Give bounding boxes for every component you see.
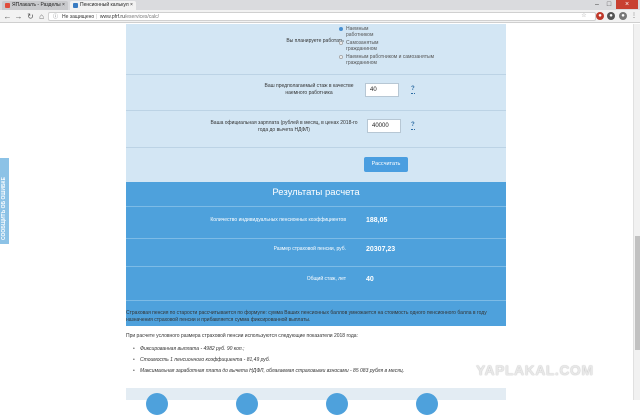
adblock-icon[interactable]: ● — [596, 12, 604, 20]
scrollbar-thumb[interactable] — [635, 236, 640, 350]
service-icon[interactable] — [236, 393, 258, 415]
favicon-icon — [5, 3, 10, 8]
security-label: Не защищено — [62, 14, 95, 20]
bullet-icon: • — [133, 357, 135, 363]
salary-label: Ваша официальная зарплата (рублей в меся… — [210, 120, 358, 133]
result-label-stazh: Общий стаж, лет — [306, 276, 346, 282]
info-paragraph: Страховая пенсия по старости рассчитывае… — [126, 310, 487, 323]
calculator-form — [126, 24, 506, 182]
radio-icon — [339, 55, 343, 59]
divider — [126, 147, 506, 148]
tab-yaplakal[interactable]: ЯПлакалъ - Разделы × — [2, 1, 68, 10]
report-error-label: СООБЩИТЬ ОБ ОШИБКЕ — [1, 177, 7, 240]
divider — [126, 266, 506, 267]
bullet-icon: • — [133, 368, 135, 374]
calculate-button[interactable]: Рассчитать — [364, 157, 408, 172]
bookmark-star-icon[interactable]: ☆ — [580, 12, 588, 20]
menu-icon[interactable]: ⋮ — [630, 12, 638, 20]
stazh-label: Ваш предполагаемый стаж в качестве наемн… — [264, 83, 354, 96]
radio-option-self-employed[interactable]: Самозанятым гражданином — [339, 40, 388, 52]
page-content: Вы планируете работать Наемным работнико… — [0, 24, 640, 415]
address-bar[interactable]: ⓘ Не защищено | www.pfrf.ru/eservices/calc… — [48, 12, 596, 21]
maximize-icon[interactable]: □ — [603, 0, 615, 9]
info-paragraph: При расчете условного размера страховой … — [126, 333, 358, 339]
list-item: • Максимальная заработная плата до вычета… — [133, 368, 405, 375]
tab-strip: ЯПлакалъ - Разделы × Пенсионный калькул … — [0, 0, 640, 10]
salary-input[interactable]: 40000 — [367, 119, 401, 133]
list-item-text: Фиксированная выплата - 4982 руб. 90 коп… — [140, 346, 245, 352]
list-item: • Фиксированная выплата - 4982 руб. 90 ко… — [133, 346, 245, 353]
divider — [126, 238, 506, 239]
minimize-icon[interactable]: – — [591, 0, 603, 9]
result-label-pension: Размер страховой пенсии, руб. — [273, 246, 346, 252]
watermark: YAPLAKAL.COM — [476, 362, 594, 378]
divider — [126, 74, 506, 75]
divider — [126, 206, 506, 207]
browser-toolbar: ← → ↻ ⌂ ⓘ Не защищено | www.pfrf.ru/eservi… — [0, 10, 640, 23]
favicon-icon — [73, 3, 78, 8]
help-icon[interactable]: ? — [411, 86, 415, 94]
info-icon[interactable]: ⓘ — [53, 14, 58, 20]
list-item-text: Максимальная заработная плата до вычета … — [140, 368, 405, 374]
separator: | — [95, 14, 97, 20]
url-host: www.pfrf.ru — [99, 14, 125, 20]
divider — [126, 110, 506, 111]
forward-icon[interactable]: → — [14, 12, 23, 21]
help-icon[interactable]: ? — [411, 122, 415, 130]
tab-pension-calculator[interactable]: Пенсионный калькул × — [70, 1, 136, 10]
tab-title: Пенсионный калькул × — [80, 2, 133, 8]
tab-title: ЯПлакалъ - Разделы × — [12, 2, 65, 8]
bullet-icon: • — [133, 346, 135, 352]
list-item-text: Стоимость 1 пенсионного коэффициента - 8… — [140, 357, 271, 363]
service-icon[interactable] — [326, 393, 348, 415]
list-item: • Стоимость 1 пенсионного коэффициента - … — [133, 357, 271, 364]
radio-icon — [339, 41, 343, 45]
divider — [126, 300, 506, 301]
service-icon[interactable] — [146, 393, 168, 415]
reload-icon[interactable]: ↻ — [26, 12, 35, 21]
extension-icon[interactable]: ● — [607, 12, 615, 20]
back-icon[interactable]: ← — [3, 12, 12, 21]
stazh-input[interactable]: 40 — [365, 83, 399, 97]
extension-icon[interactable]: ● — [619, 12, 627, 20]
result-label-coefficients: Количество индивидуальных пенсионных коэ… — [210, 217, 346, 223]
result-value-pension: 20307,23 — [366, 246, 396, 253]
url-path: /eservices/calc/ — [124, 14, 160, 20]
result-value-stazh: 40 — [366, 276, 374, 283]
result-value-coefficients: 188,05 — [366, 217, 388, 224]
scrollbar[interactable] — [633, 24, 640, 400]
radio-icon — [339, 27, 343, 31]
radio-option-employee[interactable]: Наемным работником — [339, 26, 386, 38]
radio-label: Самозанятым гражданином — [346, 40, 379, 52]
radio-option-both[interactable]: Наемным работником и самозанятым граждан… — [339, 54, 446, 66]
service-tiles — [126, 388, 506, 415]
home-icon[interactable]: ⌂ — [37, 12, 46, 21]
service-icon[interactable] — [416, 393, 438, 415]
close-window-icon[interactable]: × — [616, 0, 638, 9]
report-error-tab[interactable]: СООБЩИТЬ ОБ ОШИБКЕ — [0, 158, 9, 244]
radio-label: Наемным работником — [346, 26, 374, 38]
radio-label: Наемным работником и самозанятым граждан… — [346, 54, 435, 66]
results-title: Результаты расчета — [272, 187, 360, 198]
results-panel: Результаты расчета Количество индивидуал… — [126, 182, 506, 326]
